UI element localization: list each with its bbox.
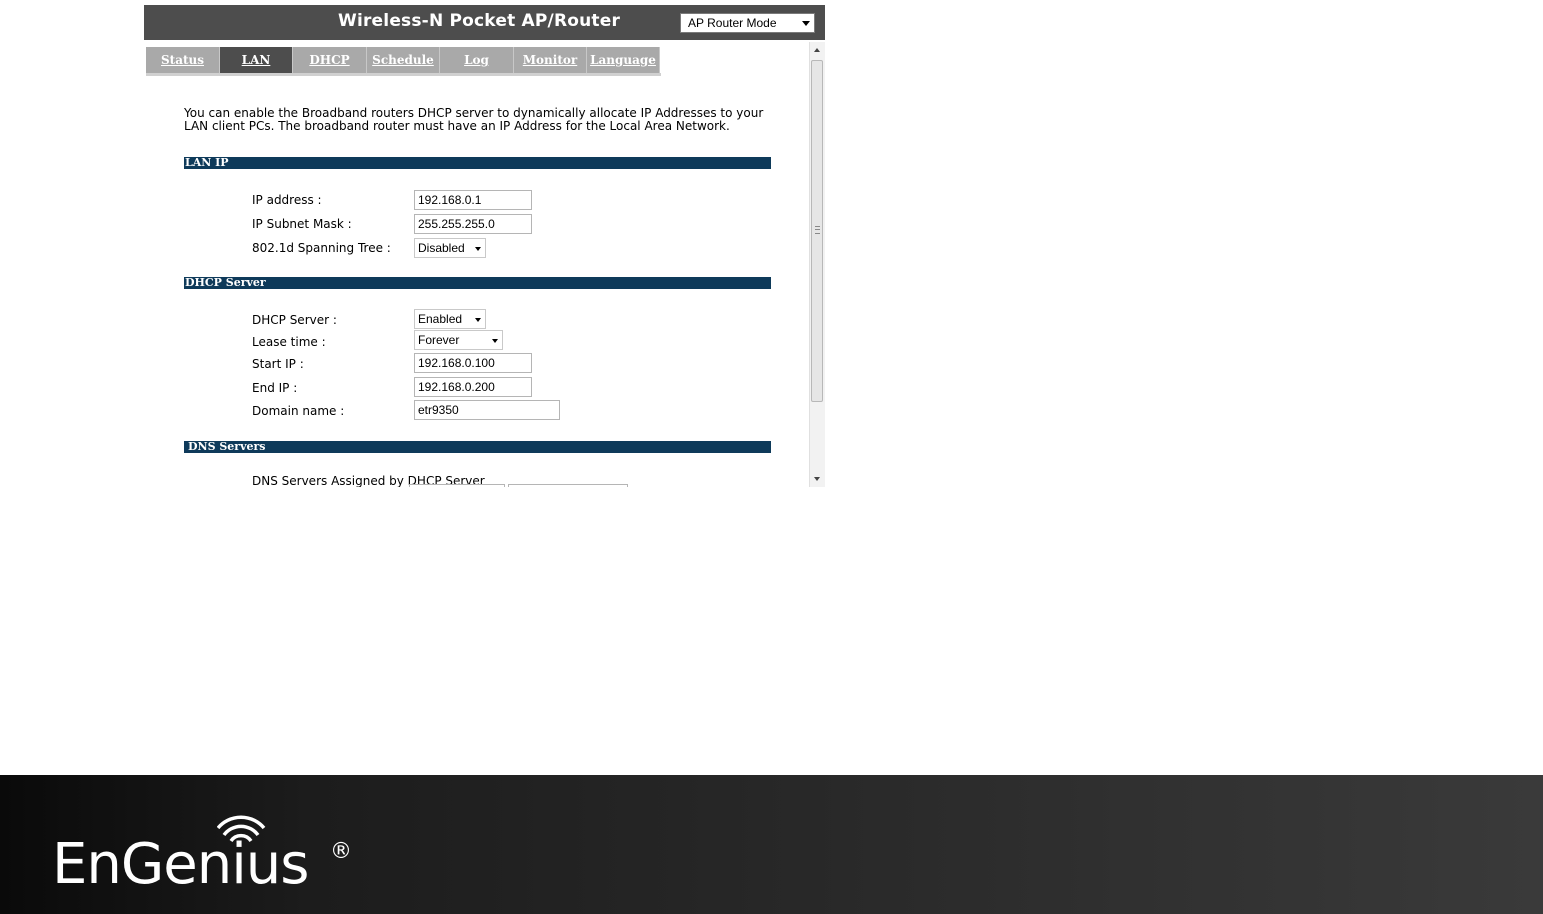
lease-time-select[interactable]: Forever [414,330,503,350]
scrollbar-thumb[interactable] [811,60,823,402]
domain-name-value: etr9350 [418,403,459,417]
section-dhcp-server-title: DHCP Server [185,276,266,289]
dns-option-input-1[interactable] [409,484,505,487]
dns-option-input-2[interactable] [508,484,628,487]
dhcp-server-label: DHCP Server : [252,313,337,327]
subnet-mask-input[interactable]: 255.255.255.0 [414,214,532,234]
domain-name-input[interactable]: etr9350 [414,400,560,420]
section-lan-ip-title: LAN IP [185,156,229,169]
ip-address-label: IP address : [252,193,322,207]
end-ip-input[interactable]: 192.168.0.200 [414,377,532,397]
lease-time-value: Forever [418,333,460,347]
section-lan-ip: LAN IP [184,156,771,169]
start-ip-label: Start IP : [252,357,304,371]
spanning-tree-value: Disabled [418,241,465,255]
page-title: Wireless-N Pocket AP/Router [338,11,621,31]
tab-bar: Status LAN DHCP Schedule Log Monitor Lan… [146,47,660,73]
tab-dhcp[interactable]: DHCP [293,47,367,73]
start-ip-value: 192.168.0.100 [418,356,495,370]
mode-select-value: AP Router Mode [688,16,777,30]
spanning-tree-label: 802.1d Spanning Tree : [252,241,391,255]
lan-settings-content: You can enable the Broadband routers DHC… [144,77,808,487]
intro-line-2: LAN client PCs. The broadband router mus… [184,119,730,133]
mode-select[interactable]: AP Router Mode [680,13,815,33]
start-ip-input[interactable]: 192.168.0.100 [414,353,532,373]
subnet-mask-value: 255.255.255.0 [418,217,495,231]
chevron-down-icon [492,339,498,343]
registered-mark: ® [330,839,352,864]
tab-lan[interactable]: LAN [220,47,293,73]
section-dns-servers-title: DNS Servers [188,440,266,453]
tab-bar-shadow [146,73,661,76]
dhcp-server-select[interactable]: Enabled [414,309,486,329]
section-dhcp-server: DHCP Server [184,276,771,289]
tab-monitor[interactable]: Monitor [514,47,587,73]
subnet-mask-label: IP Subnet Mask : [252,217,352,231]
intro-text: You can enable the Broadband routers DHC… [184,107,784,133]
ip-address-value: 192.168.0.1 [418,193,482,207]
tab-log[interactable]: Log [440,47,514,73]
domain-name-label: Domain name : [252,404,345,418]
tab-language[interactable]: Language [587,47,660,73]
chevron-down-icon [475,318,481,322]
spanning-tree-select[interactable]: Disabled [414,238,486,258]
brand-logo: EnGenius ® [52,815,372,895]
brand-name: EnGenius [52,832,309,897]
title-bar: Wireless-N Pocket AP/Router AP Router Mo… [144,5,825,40]
end-ip-value: 192.168.0.200 [418,380,495,394]
vertical-scrollbar[interactable] [809,42,825,487]
grip-icon [815,226,820,234]
tab-schedule[interactable]: Schedule [367,47,440,73]
dhcp-server-value: Enabled [418,312,463,326]
lease-time-label: Lease time : [252,335,326,349]
tab-status[interactable]: Status [146,47,220,73]
chevron-down-icon [802,21,810,26]
ip-address-input[interactable]: 192.168.0.1 [414,190,532,210]
section-dns-servers: DNS Servers [184,440,771,453]
scroll-down-arrow-icon[interactable] [814,477,820,481]
end-ip-label: End IP : [252,381,298,395]
chevron-down-icon [475,247,481,251]
scroll-up-arrow-icon[interactable] [814,48,820,52]
router-admin-window: Wireless-N Pocket AP/Router AP Router Mo… [144,5,825,487]
